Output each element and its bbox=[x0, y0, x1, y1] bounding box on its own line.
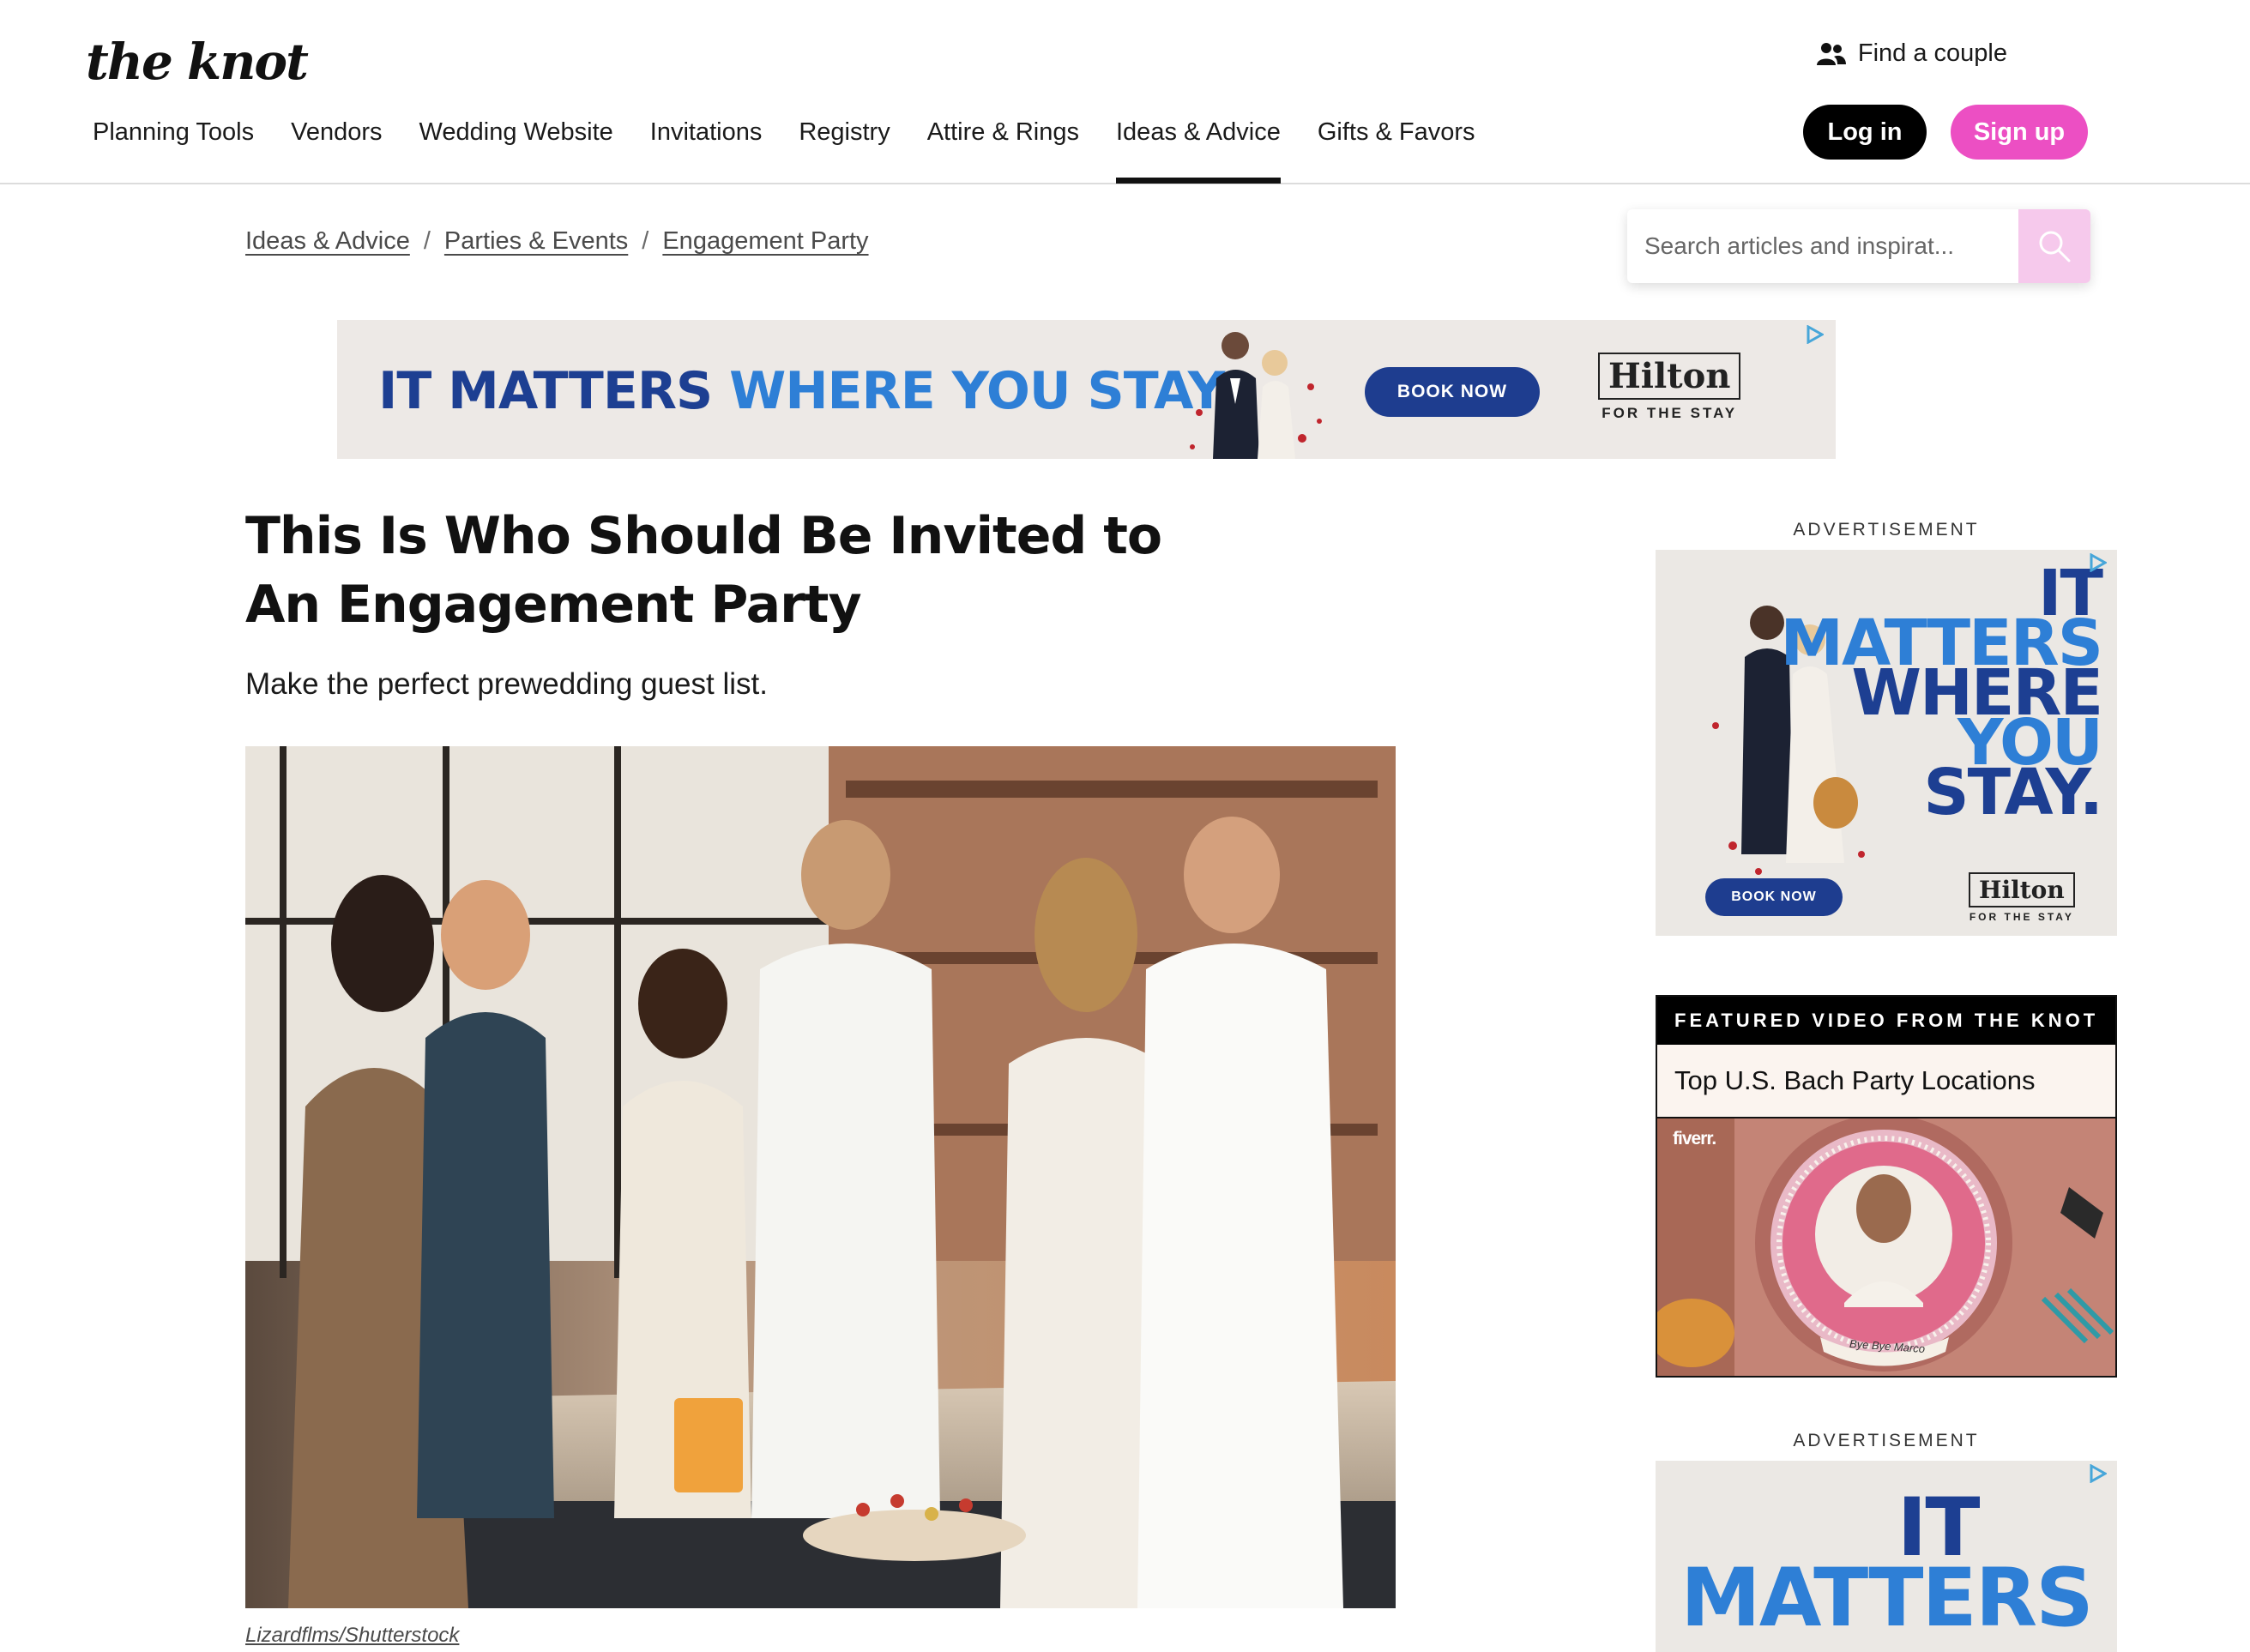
breadcrumb-separator: / bbox=[423, 227, 431, 255]
banner-ad[interactable]: IT MATTERS WHERE YOU STAY. BOOK NOW Hilt… bbox=[337, 320, 1836, 459]
article-subtitle: Make the perfect prewedding guest list. bbox=[245, 667, 768, 701]
couple-illustration bbox=[1190, 332, 1322, 459]
fiverr-logo: fiverr. bbox=[1673, 1129, 1716, 1149]
signup-button[interactable]: Sign up bbox=[1951, 105, 2088, 160]
sidebar-ad[interactable]: IT MATTERS WHERE YOU STAY. BOOK NOW Hilt… bbox=[1656, 550, 2117, 936]
search-button[interactable] bbox=[2018, 209, 2090, 283]
photo-credit[interactable]: Lizardflms/Shutterstock bbox=[245, 1624, 459, 1648]
banner-book-now-button[interactable]: BOOK NOW bbox=[1365, 367, 1540, 417]
party-photo bbox=[245, 746, 1396, 1608]
search-box bbox=[1627, 209, 2090, 283]
nav-gifts-favors[interactable]: Gifts & Favors bbox=[1318, 112, 1475, 184]
sidebar-ad-headline: IT MATTERS WHERE YOU STAY. bbox=[1780, 557, 2103, 829]
hilton-logo: Hilton FOR THE STAY bbox=[1969, 872, 2075, 923]
search-icon bbox=[2039, 231, 2071, 262]
sidebar-ad-2[interactable]: IT MATTERS bbox=[1656, 1461, 2117, 1652]
adchoices-icon[interactable] bbox=[1805, 325, 1824, 344]
find-couple-link[interactable]: Find a couple bbox=[1816, 39, 2007, 68]
advertisement-label: ADVERTISEMENT bbox=[1793, 1431, 1980, 1450]
advertisement-label: ADVERTISEMENT bbox=[1793, 520, 1980, 540]
adchoices-icon[interactable] bbox=[2088, 1464, 2107, 1483]
breadcrumb-parties-events[interactable]: Parties & Events bbox=[444, 227, 628, 256]
main-nav: Planning Tools Vendors Wedding Website I… bbox=[93, 112, 1512, 184]
sidebar-book-now-button[interactable]: BOOK NOW bbox=[1705, 878, 1843, 916]
search-input[interactable] bbox=[1627, 209, 2018, 283]
adchoices-icon[interactable] bbox=[2088, 553, 2107, 572]
nav-vendors[interactable]: Vendors bbox=[291, 112, 382, 184]
breadcrumb-separator: / bbox=[642, 227, 649, 255]
featured-video-card[interactable]: FEATURED VIDEO FROM THE KNOT Top U.S. Ba… bbox=[1656, 995, 2117, 1378]
video-thumbnail[interactable]: fiverr. Bye Bye Marco bbox=[1657, 1118, 2115, 1376]
banner-ad-headline: IT MATTERS WHERE YOU STAY. bbox=[378, 361, 1235, 421]
article-title: This Is Who Should Be Invited to An Enga… bbox=[245, 506, 1162, 635]
find-couple-label: Find a couple bbox=[1857, 39, 2007, 67]
hero-image bbox=[245, 746, 1396, 1608]
nav-registry[interactable]: Registry bbox=[799, 112, 890, 184]
breadcrumb: Ideas & Advice / Parties & Events / Enga… bbox=[245, 227, 869, 256]
cake-image bbox=[1657, 1118, 2115, 1376]
nav-invitations[interactable]: Invitations bbox=[650, 112, 763, 184]
featured-video-header: FEATURED VIDEO FROM THE KNOT bbox=[1657, 997, 2115, 1045]
sidebar-ad-2-headline: IT MATTERS bbox=[1680, 1481, 2094, 1645]
site-logo[interactable]: the knot bbox=[86, 36, 309, 87]
nav-attire-rings[interactable]: Attire & Rings bbox=[927, 112, 1079, 184]
nav-planning-tools[interactable]: Planning Tools bbox=[93, 112, 254, 184]
nav-ideas-advice[interactable]: Ideas & Advice bbox=[1116, 112, 1281, 184]
breadcrumb-engagement-party[interactable]: Engagement Party bbox=[662, 227, 868, 256]
login-button[interactable]: Log in bbox=[1803, 105, 1927, 160]
people-icon bbox=[1816, 42, 1846, 65]
breadcrumb-ideas-advice[interactable]: Ideas & Advice bbox=[245, 227, 410, 256]
featured-video-title[interactable]: Top U.S. Bach Party Locations bbox=[1657, 1045, 2115, 1118]
hilton-logo: Hilton FOR THE STAY bbox=[1598, 353, 1741, 422]
nav-wedding-website[interactable]: Wedding Website bbox=[419, 112, 613, 184]
site-header: the knot Find a couple Planning Tools Ve… bbox=[0, 0, 2250, 184]
